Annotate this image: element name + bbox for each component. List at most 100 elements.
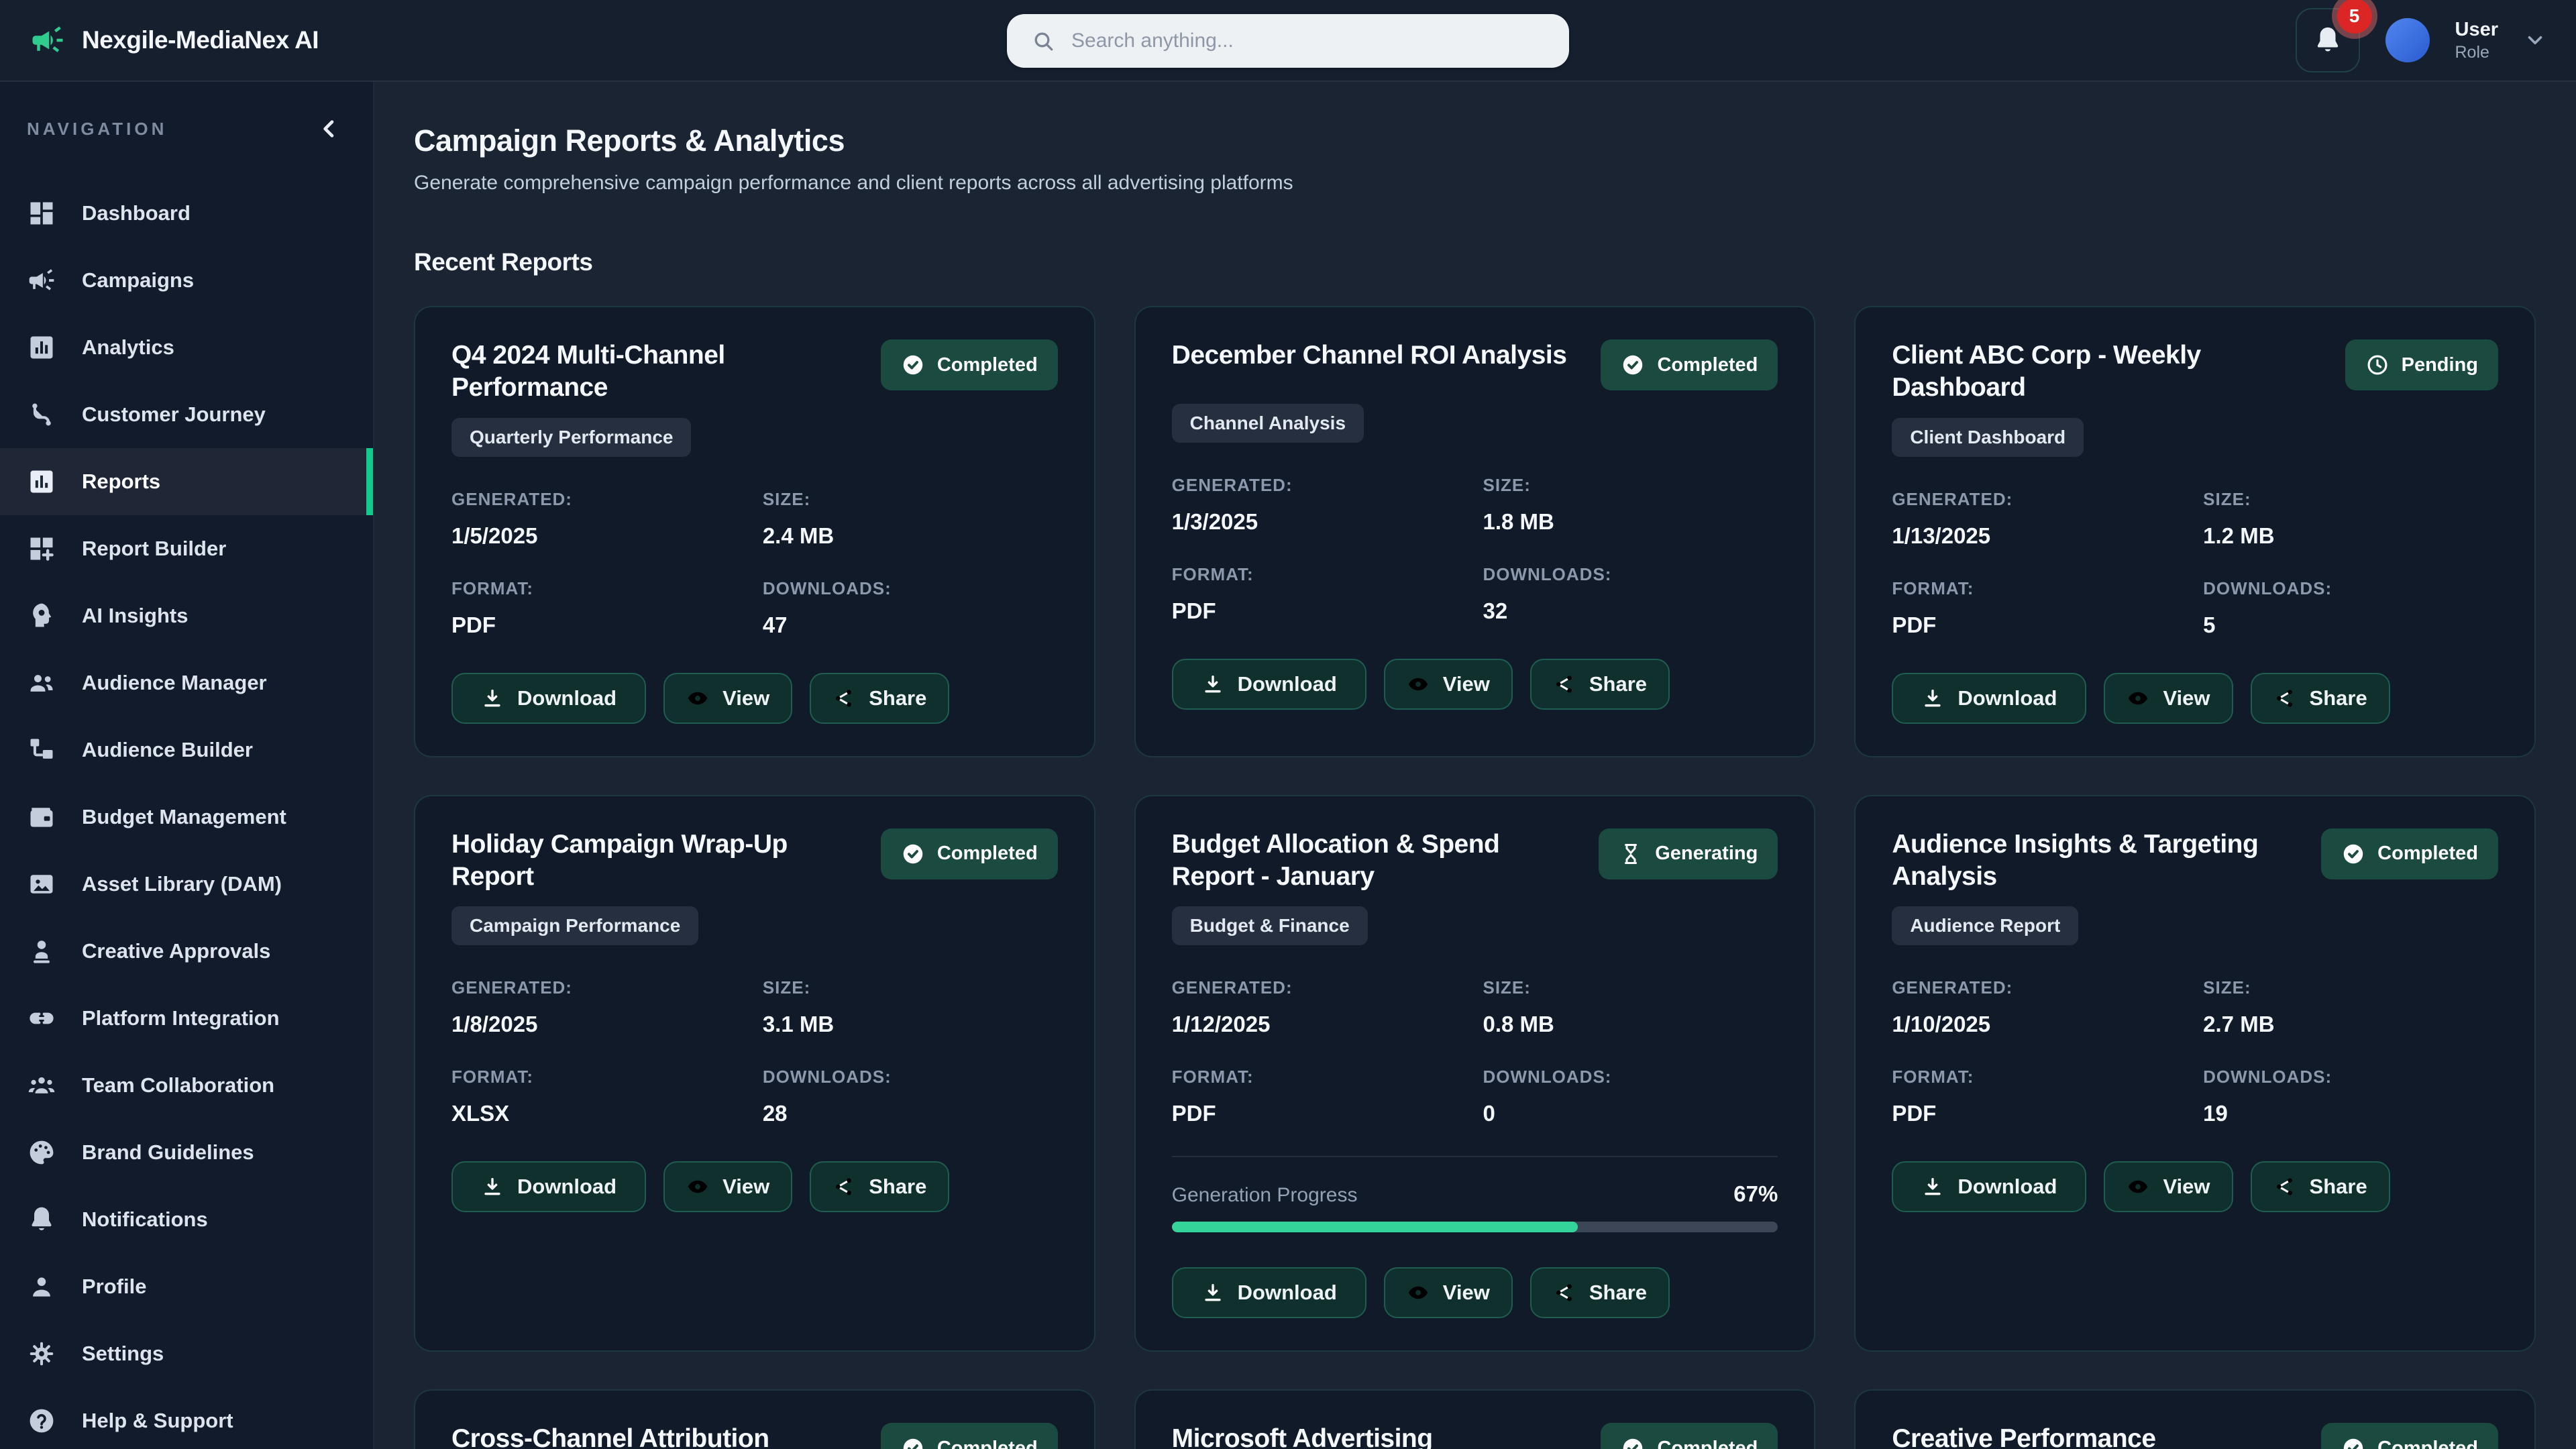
download-icon bbox=[1921, 687, 1944, 710]
report-card-header: December Channel ROI AnalysisCompleted bbox=[1172, 339, 1778, 390]
audience-manager-icon bbox=[27, 668, 56, 698]
report-card: Budget Allocation & Spend Report - Janua… bbox=[1134, 795, 1816, 1352]
view-button-label: View bbox=[1443, 672, 1490, 696]
status-badge-completed: Completed bbox=[1601, 1423, 1778, 1449]
meta-generated: GENERATED:1/3/2025 bbox=[1172, 475, 1467, 535]
user-role: Role bbox=[2455, 42, 2499, 63]
share-button[interactable]: Share bbox=[2251, 673, 2390, 724]
report-category-tag: Budget & Finance bbox=[1172, 906, 1368, 945]
audience-builder-icon bbox=[27, 735, 56, 765]
view-button[interactable]: View bbox=[1384, 1267, 1513, 1318]
download-button[interactable]: Download bbox=[1172, 659, 1366, 710]
view-button[interactable]: View bbox=[2104, 1161, 2233, 1212]
wallet-icon bbox=[27, 802, 56, 832]
analytics-icon bbox=[27, 333, 56, 362]
sidebar-item-label: Settings bbox=[82, 1342, 164, 1366]
sidebar-item-customer-journey[interactable]: Customer Journey bbox=[0, 381, 373, 448]
meta-label-generated: GENERATED: bbox=[451, 489, 747, 510]
meta-value-generated: 1/3/2025 bbox=[1172, 509, 1467, 535]
sidebar-item-budget-management[interactable]: Budget Management bbox=[0, 784, 373, 851]
page-title: Campaign Reports & Analytics bbox=[414, 123, 2536, 158]
view-button[interactable]: View bbox=[2104, 673, 2233, 724]
report-card: Holiday Campaign Wrap-Up ReportCompleted… bbox=[414, 795, 1095, 1352]
sidebar-item-settings[interactable]: Settings bbox=[0, 1320, 373, 1387]
meta-format: FORMAT:PDF bbox=[1172, 1067, 1467, 1126]
report-card-header: Q4 2024 Multi-Channel PerformanceComplet… bbox=[451, 339, 1058, 405]
share-button[interactable]: Share bbox=[2251, 1161, 2390, 1212]
sidebar-item-profile[interactable]: Profile bbox=[0, 1253, 373, 1320]
sidebar-item-ai-insights[interactable]: AI Insights bbox=[0, 582, 373, 649]
share-button[interactable]: Share bbox=[810, 673, 949, 724]
meta-generated: GENERATED:1/12/2025 bbox=[1172, 977, 1467, 1037]
share-icon bbox=[833, 1175, 855, 1198]
meta-size: SIZE:3.1 MB bbox=[763, 977, 1058, 1037]
download-button[interactable]: Download bbox=[1172, 1267, 1366, 1318]
header-right-group: 5 User Role bbox=[2296, 8, 2547, 72]
sidebar-item-label: Platform Integration bbox=[82, 1006, 280, 1030]
share-icon bbox=[2273, 687, 2296, 710]
meta-size: SIZE:1.2 MB bbox=[2203, 489, 2498, 549]
status-badge-generating: Generating bbox=[1599, 828, 1778, 879]
meta-value-generated: 1/10/2025 bbox=[1892, 1012, 2187, 1037]
sidebar-item-label: AI Insights bbox=[82, 604, 188, 628]
hourglass-icon bbox=[1619, 842, 1643, 866]
status-label: Pending bbox=[2402, 354, 2478, 376]
sidebar-item-audience-builder[interactable]: Audience Builder bbox=[0, 716, 373, 784]
share-button[interactable]: Share bbox=[810, 1161, 949, 1212]
dashboard-icon bbox=[27, 199, 56, 228]
sidebar-item-dashboard[interactable]: Dashboard bbox=[0, 180, 373, 247]
sidebar-item-campaigns[interactable]: Campaigns bbox=[0, 247, 373, 314]
chevron-down-icon[interactable] bbox=[2524, 29, 2546, 52]
sidebar-item-platform-integration[interactable]: Platform Integration bbox=[0, 985, 373, 1052]
user-avatar[interactable] bbox=[2385, 18, 2430, 62]
user-name: User bbox=[2455, 17, 2499, 42]
meta-label-downloads: DOWNLOADS: bbox=[1483, 1067, 1778, 1087]
view-button[interactable]: View bbox=[663, 1161, 792, 1212]
report-title: Budget Allocation & Spend Report - Janua… bbox=[1172, 828, 1580, 894]
status-label: Completed bbox=[937, 1438, 1038, 1449]
view-button-label: View bbox=[2163, 686, 2210, 710]
sidebar-item-label: Campaigns bbox=[82, 268, 194, 292]
report-card: Q4 2024 Multi-Channel PerformanceComplet… bbox=[414, 306, 1095, 757]
download-button[interactable]: Download bbox=[1892, 1161, 2086, 1212]
ai-insights-icon bbox=[27, 601, 56, 631]
sidebar-item-team-collaboration[interactable]: Team Collaboration bbox=[0, 1052, 373, 1119]
sidebar-item-label: Help & Support bbox=[82, 1409, 233, 1433]
sidebar-item-label: Team Collaboration bbox=[82, 1073, 274, 1097]
share-button[interactable]: Share bbox=[1530, 1267, 1670, 1318]
download-icon bbox=[1201, 673, 1224, 696]
sidebar-item-asset-library-dam[interactable]: Asset Library (DAM) bbox=[0, 851, 373, 918]
view-button[interactable]: View bbox=[663, 673, 792, 724]
meta-label-size: SIZE: bbox=[1483, 475, 1778, 496]
navigation-label: NAVIGATION bbox=[27, 119, 167, 140]
meta-label-downloads: DOWNLOADS: bbox=[763, 578, 1058, 599]
notifications-button[interactable]: 5 bbox=[2296, 8, 2360, 72]
meta-value-size: 1.8 MB bbox=[1483, 509, 1778, 535]
sidebar-item-report-builder[interactable]: Report Builder bbox=[0, 515, 373, 582]
megaphone-logo-icon bbox=[30, 22, 66, 58]
search-input[interactable] bbox=[1071, 30, 1545, 52]
sidebar-item-reports[interactable]: Reports bbox=[0, 448, 373, 515]
report-card-header: Creative Performance BenchmarkingComplet… bbox=[1892, 1423, 2498, 1449]
status-badge-completed: Completed bbox=[881, 339, 1058, 390]
sidebar-item-help-support[interactable]: Help & Support bbox=[0, 1387, 373, 1449]
meta-label-format: FORMAT: bbox=[1172, 1067, 1467, 1087]
download-button[interactable]: Download bbox=[451, 673, 646, 724]
view-button[interactable]: View bbox=[1384, 659, 1513, 710]
report-title: December Channel ROI Analysis bbox=[1172, 339, 1567, 372]
chevron-left-icon[interactable] bbox=[317, 116, 342, 142]
sidebar-item-brand-guidelines[interactable]: Brand Guidelines bbox=[0, 1119, 373, 1186]
check-circle-icon bbox=[901, 842, 925, 866]
sidebar-item-analytics[interactable]: Analytics bbox=[0, 314, 373, 381]
sidebar-item-creative-approvals[interactable]: Creative Approvals bbox=[0, 918, 373, 985]
share-button[interactable]: Share bbox=[1530, 659, 1670, 710]
meta-label-size: SIZE: bbox=[763, 489, 1058, 510]
meta-label-downloads: DOWNLOADS: bbox=[2203, 578, 2498, 599]
download-button[interactable]: Download bbox=[1892, 673, 2086, 724]
download-button[interactable]: Download bbox=[451, 1161, 646, 1212]
sidebar-item-notifications[interactable]: Notifications bbox=[0, 1186, 373, 1253]
eye-icon bbox=[2127, 687, 2149, 710]
report-meta: GENERATED:1/3/2025SIZE:1.8 MBFORMAT:PDFD… bbox=[1172, 475, 1778, 624]
meta-label-format: FORMAT: bbox=[1892, 1067, 2187, 1087]
sidebar-item-audience-manager[interactable]: Audience Manager bbox=[0, 649, 373, 716]
